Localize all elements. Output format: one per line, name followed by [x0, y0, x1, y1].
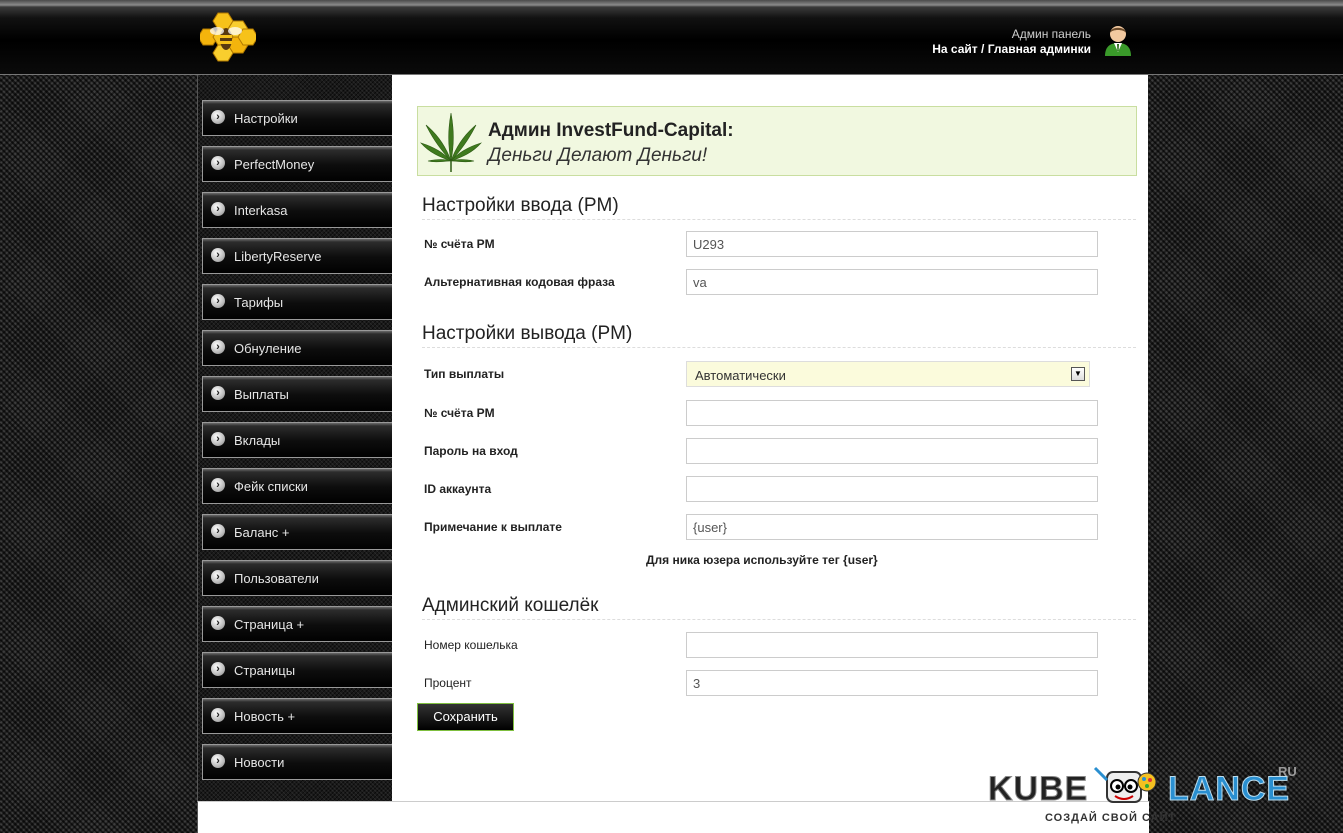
sidebar-item-label: Пользователи [234, 571, 319, 586]
section-title-output: Настройки вывода (PM) [422, 323, 1136, 348]
mascot-icon [1093, 766, 1157, 803]
wallet-number-field[interactable] [686, 632, 1098, 658]
chevron-right-circle-icon: › [211, 616, 225, 630]
sidebar-item-reset[interactable]: › Обнуление [202, 330, 392, 366]
sidebar-item-label: Страница + [234, 617, 305, 632]
sidebar-item-deposits[interactable]: › Вклады [202, 422, 392, 458]
label-password: Пароль на вход [424, 444, 518, 458]
alt-phrase-field[interactable] [686, 269, 1098, 295]
sidebar-item-label: Тарифы [234, 295, 284, 310]
chevron-right-circle-icon: › [211, 340, 225, 354]
watermark-kube-text: KUBE [987, 770, 1089, 809]
sidebar-item-label: PerfectMoney [234, 157, 315, 172]
bee-honeycomb-logo-icon[interactable] [200, 11, 256, 65]
label-output-account: № счёта PM [424, 406, 495, 420]
payout-type-value: Автоматически [695, 368, 786, 383]
sidebar-item-payouts[interactable]: › Выплаты [202, 376, 392, 412]
label-payout-type: Тип выплаты [424, 367, 505, 381]
save-button[interactable]: Сохранить [417, 703, 514, 731]
password-field[interactable] [686, 438, 1098, 464]
section-title-input: Настройки ввода (PM) [422, 195, 1136, 220]
admin-banner: Админ InvestFund-Capital: Деньги Делают … [417, 106, 1137, 176]
kubelance-watermark: KUBE LANCE RU СОЗДАЙ СВОЙ САЙТ [985, 762, 1315, 833]
section-title-wallet: Админский кошелёк [422, 595, 1136, 620]
input-account-field[interactable] [686, 231, 1098, 257]
output-account-field[interactable] [686, 400, 1098, 426]
header-nav: На сайт / Главная админки [932, 42, 1091, 57]
user-tag-hint: Для ника юзера используйте тег {user} [646, 553, 878, 567]
sidebar-item-news-add[interactable]: › Новость + [202, 698, 392, 734]
main-content: Админ InvestFund-Capital: Деньги Делают … [392, 75, 1148, 801]
chevron-right-circle-icon: › [211, 708, 225, 722]
link-separator: / [977, 42, 988, 56]
admin-links: Админ панель На сайт / Главная админки [932, 27, 1091, 57]
chevron-right-circle-icon: › [211, 386, 225, 400]
label-payout-note: Примечание к выплате [424, 520, 562, 534]
sidebar-item-label: LibertyReserve [234, 249, 322, 264]
chevron-right-circle-icon: › [211, 248, 225, 262]
payout-type-select[interactable]: Автоматически ▼ [686, 361, 1090, 387]
sidebar: › Настройки › PerfectMoney › Interkasa ›… [197, 75, 393, 801]
percent-field[interactable] [686, 670, 1098, 696]
sidebar-item-news[interactable]: › Новости [202, 744, 392, 780]
sidebar-item-label: Выплаты [234, 387, 289, 402]
banner-subtitle: Деньги Делают Деньги! [488, 145, 708, 166]
label-percent: Процент [424, 676, 472, 690]
link-site[interactable]: На сайт [932, 42, 977, 56]
sidebar-item-fake-lists[interactable]: › Фейк списки [202, 468, 392, 504]
sidebar-item-label: Новость + [234, 709, 296, 724]
sidebar-item-label: Настройки [234, 111, 298, 126]
sidebar-item-label: Страницы [234, 663, 296, 678]
chevron-right-circle-icon: › [211, 110, 225, 124]
chevron-right-circle-icon: › [211, 524, 225, 538]
sidebar-item-label: Обнуление [234, 341, 302, 356]
chevron-right-circle-icon: › [211, 478, 225, 492]
sidebar-item-interkasa[interactable]: › Interkasa [202, 192, 392, 228]
sidebar-item-label: Interkasa [234, 203, 288, 218]
sidebar-item-pages[interactable]: › Страницы [202, 652, 392, 688]
chevron-right-circle-icon: › [211, 156, 225, 170]
admin-user-icon [1105, 26, 1131, 56]
sidebar-item-users[interactable]: › Пользователи [202, 560, 392, 596]
sidebar-item-tariffs[interactable]: › Тарифы [202, 284, 392, 320]
sidebar-item-label: Новости [234, 755, 285, 770]
sidebar-item-settings[interactable]: › Настройки [202, 100, 392, 136]
account-id-field[interactable] [686, 476, 1098, 502]
sidebar-item-page-add[interactable]: › Страница + [202, 606, 392, 642]
chevron-right-circle-icon: › [211, 754, 225, 768]
sidebar-item-perfectmoney[interactable]: › PerfectMoney [202, 146, 392, 182]
chevron-right-circle-icon: › [211, 662, 225, 676]
watermark-lance-text: LANCE [1167, 770, 1291, 809]
sidebar-item-label: Вклады [234, 433, 281, 448]
chevron-down-icon[interactable]: ▼ [1071, 367, 1085, 381]
sidebar-item-label: Фейк списки [234, 479, 308, 494]
admin-panel-label: Админ панель [1011, 27, 1091, 41]
label-alt-phrase: Альтернативная кодовая фраза [424, 275, 615, 289]
link-admin-home[interactable]: Главная админки [988, 42, 1091, 56]
banner-title: Админ InvestFund-Capital: [488, 120, 734, 141]
watermark-ru-text: RU [1278, 764, 1297, 779]
chevron-right-circle-icon: › [211, 432, 225, 446]
sidebar-item-label: Баланс + [234, 525, 290, 540]
sidebar-item-balance-add[interactable]: › Баланс + [202, 514, 392, 550]
chevron-right-circle-icon: › [211, 570, 225, 584]
watermark-tagline: СОЗДАЙ СВОЙ САЙТ [1045, 812, 1177, 824]
chevron-right-circle-icon: › [211, 294, 225, 308]
label-input-account: № счёта PM [424, 237, 495, 251]
header-bar: Админ панель На сайт / Главная админки [0, 0, 1343, 75]
label-wallet-number: Номер кошелька [424, 638, 518, 652]
leaf-icon [420, 112, 482, 172]
chevron-right-circle-icon: › [211, 202, 225, 216]
sidebar-item-libertyreserve[interactable]: › LibertyReserve [202, 238, 392, 274]
label-account-id: ID аккаунта [424, 482, 492, 496]
payout-note-field[interactable] [686, 514, 1098, 540]
